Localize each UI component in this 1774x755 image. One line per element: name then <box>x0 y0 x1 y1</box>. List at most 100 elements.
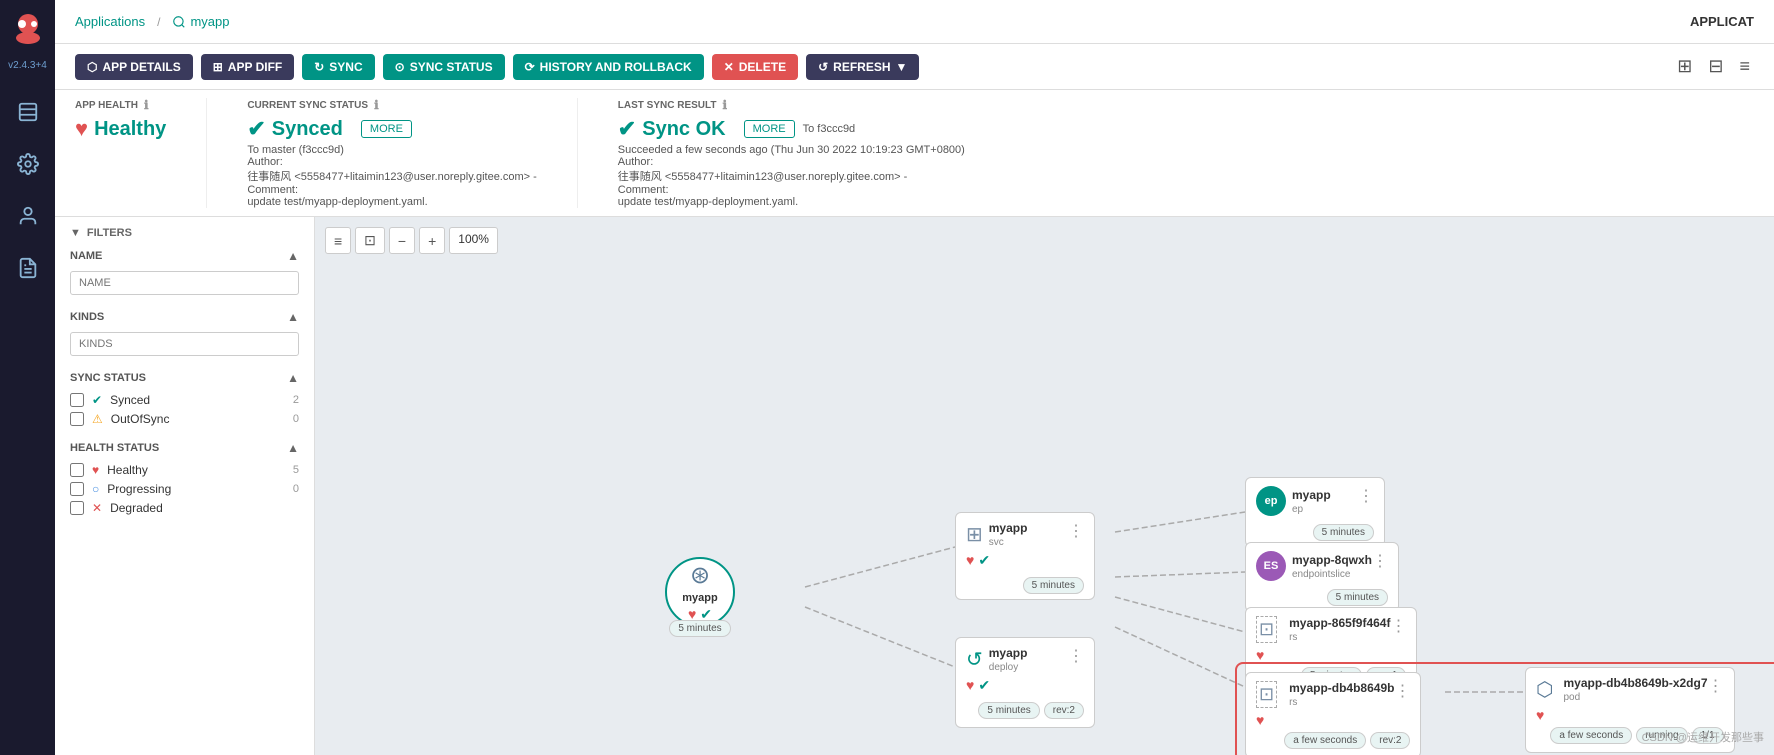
outofsync-icon: ⚠ <box>92 412 103 426</box>
pod-node-type: pod <box>1563 692 1707 703</box>
zoom-in-button[interactable]: + <box>419 227 445 254</box>
svc-menu-icon[interactable]: ⋮ <box>1068 521 1084 541</box>
outofsync-filter-item: ⚠ OutOfSync 0 <box>70 412 299 426</box>
synced-checkbox[interactable] <box>70 393 84 407</box>
pod-heart-icon: ♥ <box>1536 707 1544 723</box>
graph-area[interactable]: ≡ ⊡ − + 100% <box>315 217 1774 755</box>
sync-status-info-icon[interactable]: ℹ <box>374 98 379 112</box>
refresh-button[interactable]: ↺ REFRESH ▼ <box>806 54 919 80</box>
healthy-label: Healthy <box>107 463 148 477</box>
crop-button[interactable]: ⊡ <box>355 227 385 254</box>
top-right-label: APPLICAT <box>1690 14 1754 29</box>
refresh-icon: ↺ <box>818 60 828 74</box>
name-filter-input[interactable] <box>70 271 299 295</box>
rs2-node-type: rs <box>1289 697 1394 708</box>
rs2-node-header: ⊡ myapp-db4b8649b rs ⋮ <box>1256 681 1410 708</box>
breadcrumb-applications[interactable]: Applications <box>75 14 145 29</box>
sidebar-icon-gear[interactable] <box>10 146 46 182</box>
degraded-filter-item: ✕ Degraded <box>70 501 299 515</box>
sidebar-icon-docs[interactable] <box>10 250 46 286</box>
root-node-icon: ⊛ <box>690 561 710 590</box>
sync-status-filter-title: SYNC STATUS ▲ <box>70 371 299 385</box>
degraded-label: Degraded <box>110 501 163 515</box>
sync-status-chevron[interactable]: ▲ <box>287 371 299 385</box>
svc-badge: 5 minutes <box>1023 577 1084 594</box>
app-diff-icon: ⊞ <box>213 60 223 74</box>
root-node[interactable]: ⊛ myapp ♥ ✔ 5 minutes <box>665 557 735 627</box>
progressing-filter-item: ○ Progressing 0 <box>70 482 299 496</box>
current-sync-section: CURRENT SYNC STATUS ℹ ✔ Synced MORE To m… <box>247 98 536 208</box>
synced-filter-item: ✔ Synced 2 <box>70 393 299 407</box>
rs2-menu-icon[interactable]: ⋮ <box>1394 681 1410 701</box>
current-sync-value: ✔ Synced <box>247 116 343 142</box>
rs1-menu-icon[interactable]: ⋮ <box>1390 616 1406 636</box>
ep-node[interactable]: ep myapp ep ⋮ 5 minutes <box>1245 477 1385 547</box>
zoom-level: 100% <box>449 227 498 254</box>
app-details-button[interactable]: ⬡ APP DETAILS <box>75 54 193 80</box>
svc-node-status: ♥ ✔ <box>966 552 1084 569</box>
degraded-checkbox[interactable] <box>70 501 84 515</box>
more-options-button[interactable]: ≡ <box>1735 52 1754 81</box>
sidebar: v2.4.3+4 <box>0 0 55 755</box>
status-bar: APP HEALTH ℹ ♥ Healthy CURRENT SYNC STAT… <box>55 90 1774 217</box>
pod-node-body: ⬡ myapp-db4b8649b-x2dg7 pod <box>1536 676 1708 703</box>
kinds-chevron[interactable]: ▲ <box>287 310 299 324</box>
healthy-checkbox[interactable] <box>70 463 84 477</box>
rs1-node-title: myapp-865f9f464f <box>1289 616 1390 630</box>
svc-icon: ⊞ <box>966 522 983 547</box>
sidebar-icon-layers[interactable] <box>10 94 46 130</box>
history-label: HISTORY AND ROLLBACK <box>540 60 692 74</box>
name-filter-section: NAME ▲ <box>70 249 299 295</box>
synced-icon: ✔ <box>92 393 102 407</box>
outofsync-checkbox[interactable] <box>70 412 84 426</box>
sync-icon: ↻ <box>314 60 324 74</box>
deploy-node-body: ↺ myapp deploy <box>966 646 1027 673</box>
watermark: CSDN @运维开发那些事 <box>1642 729 1764 745</box>
deploy-heart-icon: ♥ <box>966 677 974 694</box>
progressing-icon: ○ <box>92 482 99 496</box>
sync-status-button[interactable]: ⊙ SYNC STATUS <box>383 54 505 80</box>
synced-count: 2 <box>293 394 299 406</box>
delete-button[interactable]: ✕ DELETE <box>712 54 798 80</box>
app-diff-button[interactable]: ⊞ APP DIFF <box>201 54 295 80</box>
rs2-node[interactable]: ⊡ myapp-db4b8649b rs ⋮ ♥ a few seconds r… <box>1245 672 1421 755</box>
fit-view-button[interactable]: ≡ <box>325 227 351 254</box>
outofsync-label: OutOfSync <box>111 412 170 426</box>
deploy-node-status: ♥ ✔ <box>966 677 1084 694</box>
sync-status-label: SYNC STATUS <box>410 60 493 74</box>
deploy-menu-icon[interactable]: ⋮ <box>1068 646 1084 666</box>
ep-menu-icon[interactable]: ⋮ <box>1358 486 1374 506</box>
sidebar-icon-user[interactable] <box>10 198 46 234</box>
app-logo[interactable] <box>8 10 48 50</box>
endpointslice-menu-icon[interactable]: ⋮ <box>1372 551 1388 571</box>
kinds-filter-input[interactable] <box>70 332 299 356</box>
zoom-out-button[interactable]: − <box>389 227 415 254</box>
sync-status-filter-section: SYNC STATUS ▲ ✔ Synced 2 ⚠ OutOfSync 0 <box>70 371 299 426</box>
ep-node-header: ep myapp ep ⋮ <box>1256 486 1374 516</box>
endpointslice-node[interactable]: ES myapp-8qwxh endpointslice ⋮ 5 minutes <box>1245 542 1399 612</box>
name-chevron[interactable]: ▲ <box>287 249 299 263</box>
last-sync-info-icon[interactable]: ℹ <box>723 98 728 112</box>
current-sync-more-button[interactable]: MORE <box>361 120 412 138</box>
svc-node[interactable]: ⊞ myapp svc ⋮ ♥ ✔ 5 minutes <box>955 512 1095 600</box>
pod-menu-icon[interactable]: ⋮ <box>1708 676 1724 696</box>
filters-title: FILTERS <box>87 227 132 239</box>
sync-button[interactable]: ↻ SYNC <box>302 54 374 80</box>
pod-badge-time: a few seconds <box>1550 727 1632 744</box>
pod-node-title: myapp-db4b8649b-x2dg7 <box>1563 676 1707 690</box>
app-health-info-icon[interactable]: ℹ <box>144 98 149 112</box>
history-rollback-button[interactable]: ⟳ HISTORY AND ROLLBACK <box>513 54 704 80</box>
kinds-filter-section: KINDS ▲ <box>70 310 299 356</box>
progressing-checkbox[interactable] <box>70 482 84 496</box>
endpointslice-node-title: myapp-8qwxh <box>1292 553 1372 567</box>
deploy-node[interactable]: ↺ myapp deploy ⋮ ♥ ✔ 5 minutes rev:2 <box>955 637 1095 728</box>
last-sync-more-button[interactable]: MORE <box>744 120 795 138</box>
endpointslice-node-header: ES myapp-8qwxh endpointslice ⋮ <box>1256 551 1388 581</box>
grid-view-button[interactable]: ⊟ <box>1704 52 1727 81</box>
health-status-chevron[interactable]: ▲ <box>287 441 299 455</box>
deploy-icon: ↺ <box>966 647 983 672</box>
svc-check-icon: ✔ <box>978 552 990 569</box>
deploy-node-title: myapp <box>989 646 1028 660</box>
tree-view-button[interactable]: ⊞ <box>1673 52 1696 81</box>
pod-icon: ⬡ <box>1536 677 1553 702</box>
